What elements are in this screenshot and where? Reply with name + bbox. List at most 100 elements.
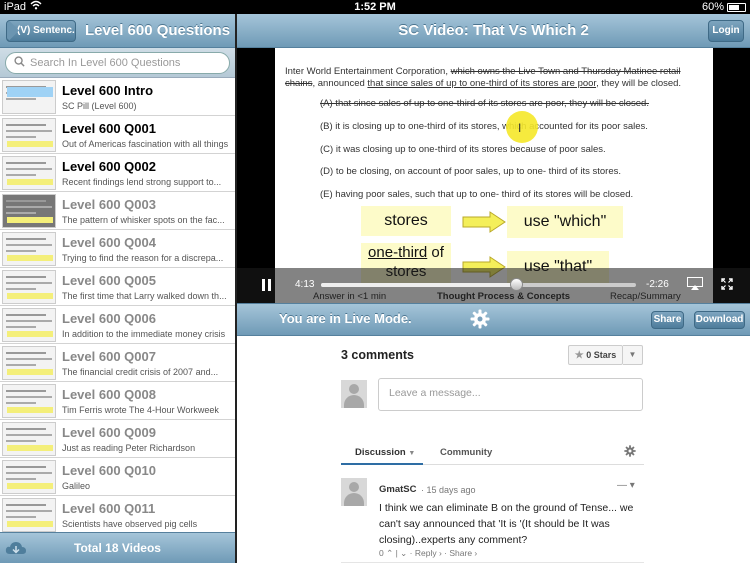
list-item[interactable]: Level 600 Q001 Out of Americas fascinatio… <box>0 116 235 154</box>
choice-b: (B) it is closing up to one-third of its… <box>320 121 648 132</box>
message-input[interactable]: Leave a message... <box>378 378 643 411</box>
comment-tabs: Discussion ▼ Community <box>341 435 644 465</box>
downvote-icon[interactable]: ⌄ <box>400 548 407 558</box>
choice-d: (D) to be closing, on account of poor sa… <box>320 166 621 177</box>
list-item[interactable]: Level 600 Q006 In addition to the immedia… <box>0 306 235 344</box>
list-item-subtitle: Scientists have observed pig cells <box>62 519 198 529</box>
time-remaining: -2:26 <box>646 279 669 290</box>
video-thumbnail <box>2 194 56 228</box>
list-item-title: Level 600 Q005 <box>62 273 156 288</box>
list-item[interactable]: Level 600 Q002 Recent findings lend stron… <box>0 154 235 192</box>
status-bar: iPad 1:52 PM 60% <box>0 0 750 14</box>
reply-link[interactable]: Reply › <box>415 548 442 558</box>
list-item[interactable]: Level 600 Q003 The pattern of whisker spo… <box>0 192 235 230</box>
comment-author[interactable]: GmatSC <box>379 484 416 495</box>
list-item-title: Level 600 Q001 <box>62 121 156 136</box>
list-item[interactable]: Level 600 Q008 Tim Ferris wrote The 4-Hou… <box>0 382 235 420</box>
video-thumbnail <box>2 498 56 532</box>
commenter-avatar[interactable] <box>341 478 367 506</box>
video-title: SC Video: That Vs Which 2 <box>398 22 589 39</box>
share-link[interactable]: Share › <box>449 548 477 558</box>
list-item-subtitle: Trying to find the reason for a discrepa… <box>62 253 224 263</box>
chevron-down-icon: ▼ <box>408 450 416 457</box>
tab-community[interactable]: Community <box>440 447 492 458</box>
segment-answer[interactable]: Answer in <1 min <box>313 291 386 302</box>
list-footer: Total 18 Videos <box>0 532 235 563</box>
list-item-title: Level 600 Q006 <box>62 311 156 326</box>
video-thumbnail <box>2 80 56 114</box>
gear-icon[interactable] <box>470 309 490 329</box>
pause-button[interactable] <box>262 279 272 291</box>
airplay-icon[interactable] <box>687 277 703 290</box>
video-thumbnail <box>2 308 56 342</box>
list-item-subtitle: Tim Ferris wrote The 4-Hour Workweek <box>62 405 219 415</box>
battery-percent: 60% <box>701 1 724 13</box>
scrubber-fill <box>321 283 517 287</box>
choice-c: (C) it was closing up to one-third of it… <box>320 144 606 155</box>
list-item[interactable]: Level 600 Q010 Galileo <box>0 458 235 496</box>
note-use-which: use "which" <box>507 206 623 238</box>
settings-gear-icon[interactable] <box>624 445 636 457</box>
list-item[interactable]: Level 600 Q005 The first time that Larry … <box>0 268 235 306</box>
upvote-icon[interactable]: ⌃ <box>386 548 393 558</box>
stem-end-text: , they will be closed. <box>596 78 682 89</box>
download-button[interactable]: Download <box>694 311 745 329</box>
video-thumbnail <box>2 384 56 418</box>
total-videos: Total 18 Videos <box>74 541 161 555</box>
list-item-subtitle: Just as reading Peter Richardson <box>62 443 196 453</box>
list-item-subtitle: SC Pill (Level 600) <box>62 101 137 111</box>
scrubber-knob[interactable] <box>510 278 524 291</box>
right-navbar: SC Video: That Vs Which 2 Login <box>237 14 750 48</box>
avatar <box>341 380 367 408</box>
back-button[interactable]: (V) Sentenc... <box>6 20 76 42</box>
choice-a: (A) that since sales of up to one-third … <box>320 98 649 109</box>
share-button[interactable]: Share <box>651 311 684 329</box>
tab-underline <box>341 463 423 465</box>
video-thumbnail <box>2 346 56 380</box>
video-thumbnail <box>2 156 56 190</box>
video-player[interactable]: Inter World Entertainment Corporation, w… <box>237 48 750 303</box>
list-item-subtitle: Recent findings lend strong support to..… <box>62 177 222 187</box>
list-item[interactable]: Level 600 Intro SC Pill (Level 600) <box>0 78 235 116</box>
list-item-subtitle: The financial credit crisis of 2007 and.… <box>62 367 219 377</box>
comment-menu-icon[interactable]: — ▾ <box>617 480 635 491</box>
list-item-subtitle: In addition to the immediate money crisi… <box>62 329 226 339</box>
comment-date[interactable]: · 15 days ago <box>421 485 476 495</box>
search-icon <box>14 56 25 67</box>
video-thumbnail <box>2 232 56 266</box>
star-count: 0 Stars <box>586 350 617 360</box>
comments-section: 3 comments ★ 0 Stars ▼ Leave a message..… <box>237 337 750 563</box>
list-item-title: Level 600 Q003 <box>62 197 156 212</box>
note-stores: stores <box>361 206 451 236</box>
choice-e: (E) having poor sales, such that up to o… <box>320 189 634 200</box>
list-item[interactable]: Level 600 Q009 Just as reading Peter Rich… <box>0 420 235 458</box>
list-item[interactable]: Level 600 Q004 Trying to find the reason … <box>0 230 235 268</box>
video-slide: Inter World Entertainment Corporation, w… <box>275 48 713 303</box>
list-item[interactable]: Level 600 Q007 The financial credit crisi… <box>0 344 235 382</box>
list-item-title: Level 600 Q009 <box>62 425 156 440</box>
live-mode-label: You are in Live Mode. <box>279 311 412 326</box>
segment-thought-process[interactable]: Thought Process & Concepts <box>437 291 570 302</box>
list-item[interactable]: Level 600 Q011 Scientists have observed p… <box>0 496 235 532</box>
search-field[interactable] <box>5 52 230 74</box>
tab-discussion-label: Discussion <box>355 447 406 458</box>
login-button[interactable]: Login <box>708 20 744 42</box>
star-button[interactable]: ★ 0 Stars <box>568 345 623 365</box>
battery-icon <box>727 3 746 12</box>
list-item-title: Level 600 Intro <box>62 83 154 98</box>
stem-text: Inter World Entertainment Corporation, <box>285 66 451 77</box>
comment-text: I think we can eliminate B on the ground… <box>379 502 634 546</box>
list-item-subtitle: The first time that Larry walked down th… <box>62 291 227 301</box>
fullscreen-icon[interactable] <box>721 278 733 290</box>
clock: 1:52 PM <box>354 1 396 13</box>
search-input[interactable] <box>30 55 225 71</box>
star-dropdown-icon[interactable]: ▼ <box>623 345 643 365</box>
segment-recap[interactable]: Recap/Summary <box>610 291 681 302</box>
time-current: 4:13 <box>295 279 315 290</box>
video-thumbnail <box>2 270 56 304</box>
list-item-title: Level 600 Q011 <box>62 501 156 516</box>
left-navbar: (V) Sentenc... Level 600 Questions <box>0 14 235 48</box>
tab-discussion[interactable]: Discussion ▼ <box>355 447 415 458</box>
scrubber-track[interactable] <box>321 278 636 291</box>
video-panel: SC Video: That Vs Which 2 Login Inter Wo… <box>237 14 750 563</box>
